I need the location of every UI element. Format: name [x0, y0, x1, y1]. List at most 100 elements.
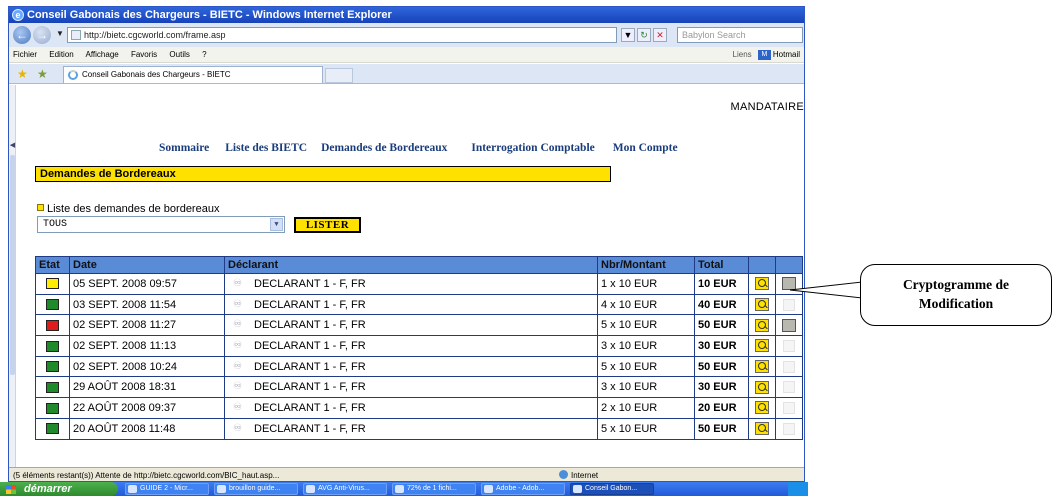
- view-cell[interactable]: [748, 293, 776, 316]
- taskbar-adobe[interactable]: Adobe - Adob...: [481, 483, 565, 495]
- modify-cryptogram-icon[interactable]: [782, 318, 796, 332]
- view-cell[interactable]: [748, 417, 776, 440]
- header-declarant[interactable]: Déclarant: [224, 256, 598, 274]
- nav-mon-compte[interactable]: Mon Compte: [613, 142, 678, 154]
- nav-sommaire[interactable]: Sommaire: [159, 142, 209, 154]
- bullet-square-icon: [37, 204, 44, 211]
- header-date[interactable]: Date: [69, 256, 225, 274]
- menu-affichage[interactable]: Affichage: [86, 50, 119, 59]
- menu-edition[interactable]: Edition: [49, 50, 73, 59]
- top-navigation: Sommaire Liste des BIETC Demandes de Borde…: [159, 142, 694, 154]
- table-row[interactable]: 02 SEPT. 2008 11:13 ♾ DECLARANT 1 - F, FR 3…: [35, 335, 803, 357]
- hotmail-link[interactable]: M Hotmail: [754, 49, 800, 60]
- view-cell[interactable]: [748, 314, 776, 337]
- address-bar[interactable]: http://bietc.cgcworld.com/frame.asp: [67, 27, 617, 43]
- magnifier-icon[interactable]: [755, 318, 769, 332]
- tab-active[interactable]: Conseil Gabonais des Chargeurs - BIETC: [63, 66, 323, 83]
- nbr-montant-cell: 3 x 10 EUR: [597, 335, 695, 357]
- taskbar-download[interactable]: 72% de 1 fichi...: [392, 483, 476, 495]
- table-row[interactable]: 02 SEPT. 2008 10:24 ♾ DECLARANT 1 - F, FR 5…: [35, 355, 803, 378]
- total-cell: 50 EUR: [694, 355, 749, 378]
- table-row[interactable]: 20 AOÛT 2008 11:48 ♾ DECLARANT 1 - F, FR 5 …: [35, 417, 803, 440]
- menu-fichier[interactable]: Fichier: [13, 50, 37, 59]
- nav-demandes-bordereaux[interactable]: Demandes de Bordereaux: [321, 142, 447, 154]
- start-button[interactable]: démarrer: [0, 482, 118, 496]
- magnifier-icon[interactable]: [755, 401, 769, 415]
- modify-disabled-icon: [783, 402, 795, 415]
- address-text: http://bietc.cgcworld.com/frame.asp: [84, 30, 226, 40]
- scroll-left-icon[interactable]: ◀: [9, 141, 16, 151]
- view-cell[interactable]: [748, 397, 776, 419]
- page-icon: [71, 30, 81, 40]
- declarant-cell: ♾ DECLARANT 1 - F, FR: [224, 335, 598, 357]
- chevron-down-icon[interactable]: ▼: [270, 218, 283, 231]
- menu-favoris[interactable]: Favoris: [131, 50, 157, 59]
- taskbar-label: brouillon guide...: [229, 485, 281, 492]
- taskbar-word-guide[interactable]: GUIDE 2 - Micr...: [125, 483, 209, 495]
- status-filter-select[interactable]: TOUS ▼: [37, 216, 285, 233]
- state-cell: [35, 417, 70, 440]
- magnifier-icon[interactable]: [755, 277, 769, 291]
- search-box[interactable]: Babylon Search: [677, 27, 803, 43]
- state-indicator: [46, 361, 59, 373]
- msn-icon: M: [757, 49, 771, 60]
- stop-icon[interactable]: ✕: [653, 28, 667, 42]
- page-scrollbar[interactable]: ◀: [9, 85, 16, 467]
- declarant-cell: ♾ DECLARANT 1 - F, FR: [224, 417, 598, 440]
- taskbar-conseil-gabon[interactable]: Conseil Gabon...: [570, 483, 654, 495]
- taskbar-word-brouillon[interactable]: brouillon guide...: [214, 483, 298, 495]
- favorites-star-icon[interactable]: ★: [17, 67, 28, 81]
- header-view: [748, 256, 776, 274]
- modify-cell[interactable]: [775, 314, 803, 337]
- download-icon: [395, 485, 404, 493]
- new-tab-button[interactable]: [325, 68, 353, 83]
- menu-outils[interactable]: Outils: [169, 50, 189, 59]
- magnifier-icon[interactable]: [755, 360, 769, 374]
- scrollbar-thumb[interactable]: [10, 155, 15, 375]
- callout-cryptogramme: Cryptogramme de Modification: [860, 264, 1052, 326]
- add-favorites-icon[interactable]: ★: [37, 67, 48, 81]
- date-cell: 03 SEPT. 2008 11:54: [69, 293, 225, 316]
- declarant-cell: ♾ DECLARANT 1 - F, FR: [224, 314, 598, 337]
- ie-logo-icon: e: [12, 9, 24, 21]
- magnifier-icon[interactable]: [755, 339, 769, 353]
- taskbar-label: 72% de 1 fichi...: [407, 485, 457, 492]
- back-arrow-icon[interactable]: ←: [13, 26, 31, 44]
- lister-button[interactable]: LISTER: [294, 217, 361, 233]
- refresh-icon[interactable]: ↻: [637, 28, 651, 42]
- nav-interrogation-comptable[interactable]: Interrogation Comptable: [471, 142, 594, 154]
- header-total[interactable]: Total: [694, 256, 749, 274]
- word-icon: [217, 485, 226, 493]
- view-cell[interactable]: [748, 355, 776, 378]
- forward-arrow-icon[interactable]: →: [33, 26, 51, 44]
- header-etat[interactable]: Etat: [35, 256, 70, 274]
- table-row[interactable]: 22 AOÛT 2008 09:37 ♾ DECLARANT 1 - F, FR 2 …: [35, 397, 803, 419]
- view-cell[interactable]: [748, 335, 776, 357]
- menu-help[interactable]: ?: [202, 50, 206, 59]
- magnifier-icon[interactable]: [755, 422, 769, 436]
- taskbar-avg[interactable]: AVG Anti-Virus...: [303, 483, 387, 495]
- history-dropdown-icon[interactable]: ▼: [56, 29, 64, 38]
- total-cell: 40 EUR: [694, 293, 749, 316]
- links-label[interactable]: Liens: [733, 50, 752, 59]
- magnifier-icon[interactable]: [755, 298, 769, 312]
- table-row[interactable]: 03 SEPT. 2008 11:54 ♾ DECLARANT 1 - F, FR 4…: [35, 293, 803, 316]
- nbr-montant-cell: 1 x 10 EUR: [597, 273, 695, 295]
- declarant-name: DECLARANT 1 - F, FR: [254, 422, 366, 435]
- loading-icon: [68, 70, 78, 80]
- nav-liste-bietc[interactable]: Liste des BIETC: [225, 142, 307, 154]
- address-dropdown-icon[interactable]: ▼: [621, 28, 635, 42]
- magnifier-icon[interactable]: [755, 380, 769, 394]
- system-tray[interactable]: [788, 482, 808, 496]
- declarant-icon: ♾: [233, 360, 242, 372]
- declarant-name: DECLARANT 1 - F, FR: [254, 319, 366, 332]
- view-cell[interactable]: [748, 273, 776, 295]
- table-row[interactable]: 05 SEPT. 2008 09:57 ♾ DECLARANT 1 - F, FR 1…: [35, 273, 803, 295]
- declarant-cell: ♾ DECLARANT 1 - F, FR: [224, 293, 598, 316]
- header-nbr-montant[interactable]: Nbr/Montant: [597, 256, 695, 274]
- declarant-icon: ♾: [233, 298, 242, 310]
- table-row[interactable]: 02 SEPT. 2008 11:27 ♾ DECLARANT 1 - F, FR 5…: [35, 314, 803, 337]
- table-row[interactable]: 29 AOÛT 2008 18:31 ♾ DECLARANT 1 - F, FR 3 …: [35, 376, 803, 399]
- view-cell[interactable]: [748, 376, 776, 399]
- security-zone: Internet: [559, 468, 598, 481]
